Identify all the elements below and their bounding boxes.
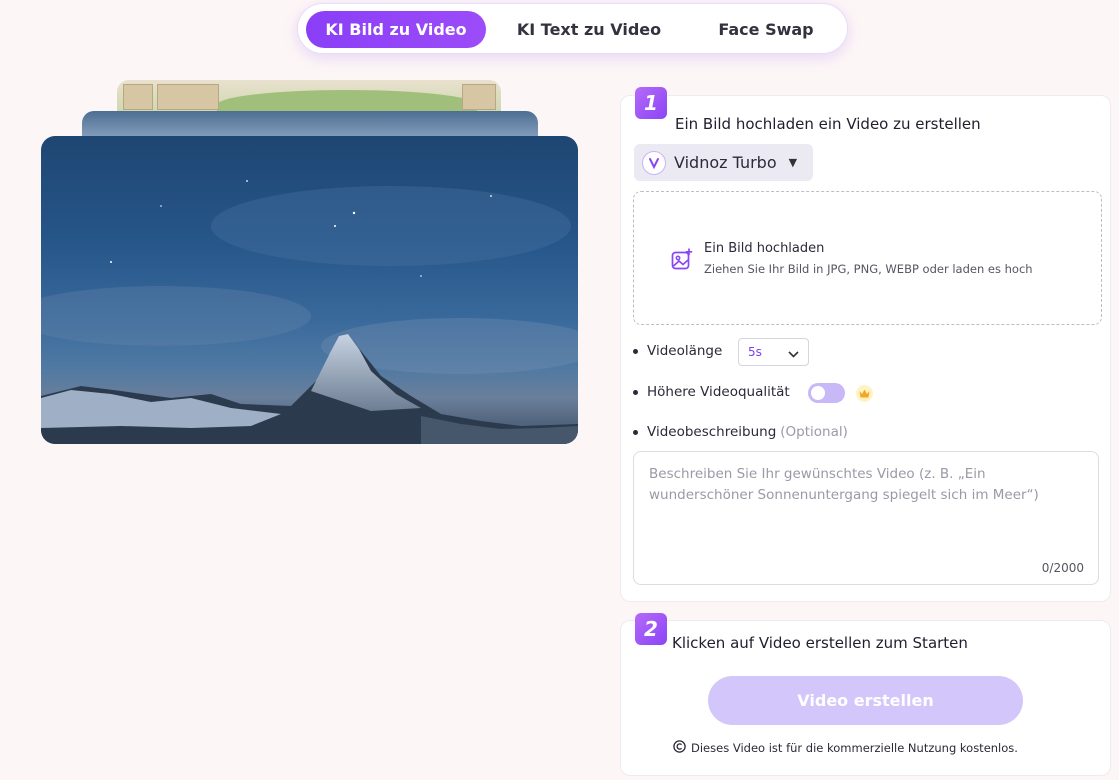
create-video-button[interactable]: Video erstellen — [708, 676, 1023, 725]
crown-icon — [856, 385, 873, 402]
duration-label: Videolänge — [647, 343, 723, 359]
step2-title: Klicken auf Video erstellen zum Starten — [672, 634, 968, 652]
description-box: 0/2000 — [633, 451, 1099, 585]
step1-panel: 1 Ein Bild hochladen ein Video zu erstel… — [620, 87, 1111, 602]
description-optional-hint: (Optional) — [780, 424, 848, 440]
quality-label: Höhere Videoqualität — [647, 384, 790, 400]
tab-text-to-video[interactable]: KI Text zu Video — [498, 11, 680, 48]
model-select[interactable]: Vidnoz Turbo ▼ — [634, 144, 813, 181]
upload-title: Ein Bild hochladen — [704, 241, 825, 256]
caret-down-icon: ▼ — [788, 156, 798, 169]
step2-badge: 2 — [635, 613, 667, 645]
vidnoz-logo-icon — [642, 150, 666, 175]
preview-image-main — [41, 136, 578, 444]
chevron-down-icon — [788, 343, 799, 362]
model-select-label: Vidnoz Turbo — [674, 153, 777, 172]
duration-row: Videolänge — [633, 343, 722, 359]
copyright-icon — [673, 738, 686, 757]
quality-row: Höhere Videoqualität — [633, 384, 790, 400]
image-upload-dropzone[interactable]: Ein Bild hochladen Ziehen Sie Ihr Bild i… — [633, 191, 1102, 325]
license-note: Dieses Video ist für die kommerzielle Nu… — [673, 738, 1018, 757]
tab-face-swap[interactable]: Face Swap — [678, 11, 854, 48]
step2-panel: 2 Klicken auf Video erstellen zum Starte… — [620, 613, 1111, 776]
duration-value: 5s — [748, 345, 762, 359]
description-row: Videobeschreibung (Optional) — [633, 424, 848, 440]
quality-toggle[interactable] — [808, 383, 845, 403]
toggle-knob — [811, 386, 825, 400]
mode-tab-bar: KI Bild zu Video KI Text zu Video Face S… — [297, 3, 848, 54]
duration-select[interactable]: 5s — [738, 338, 809, 366]
step1-badge: 1 — [635, 87, 667, 119]
step1-title: Ein Bild hochladen ein Video zu erstelle… — [675, 115, 981, 133]
upload-subtitle: Ziehen Sie Ihr Bild in JPG, PNG, WEBP od… — [704, 262, 1033, 276]
image-add-icon — [671, 248, 693, 274]
license-text: Dieses Video ist für die kommerzielle Nu… — [691, 740, 1018, 755]
character-counter: 0/2000 — [1041, 561, 1084, 575]
description-label: Videobeschreibung — [647, 424, 777, 440]
description-textarea[interactable] — [634, 452, 1098, 584]
tab-image-to-video[interactable]: KI Bild zu Video — [306, 11, 486, 48]
